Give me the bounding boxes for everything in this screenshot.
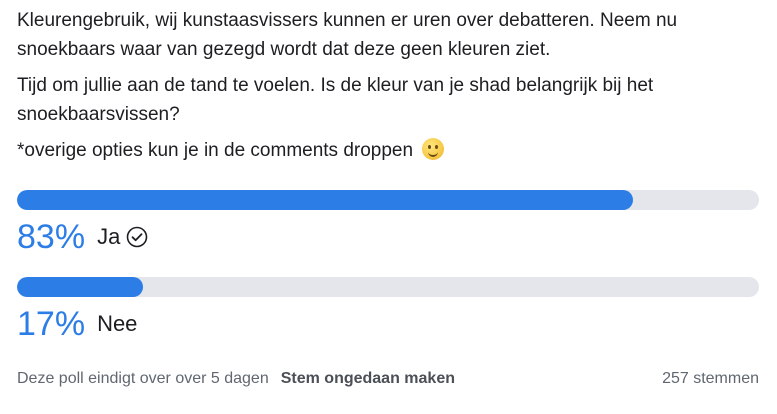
poll-status: Deze poll eindigt over over 5 dagen: [17, 370, 269, 387]
undo-vote-button[interactable]: Stem ongedaan maken: [281, 369, 455, 389]
poll-bar-track: [17, 190, 759, 210]
poll-bar-track: [17, 277, 759, 297]
post-paragraph-1: Kleurengebruik, wij kunstaasvissers kunn…: [17, 10, 678, 60]
post-text: Kleurengebruik, wij kunstaasvissers kunn…: [17, 6, 767, 172]
poll-option-label: Ja: [97, 224, 121, 249]
poll-bar-fill: [17, 277, 144, 297]
poll-option-ja[interactable]: 83% Ja: [17, 190, 759, 257]
poll-option-nee[interactable]: 17% Nee: [17, 277, 759, 344]
post-paragraph-3-text: *overige opties kun je in de comments dr…: [17, 140, 414, 161]
poll-percent: 17%: [17, 305, 86, 343]
poll-bar-fill: [17, 190, 633, 210]
poll-option-label: Nee: [97, 311, 138, 336]
poll-footer: Deze poll eindigt over over 5 dagen Stem…: [17, 369, 759, 389]
post-paragraph-2: Tijd om jullie aan de tand te voelen. Is…: [17, 75, 654, 125]
poll-result: 17% Nee: [17, 304, 759, 344]
poll-percent: 83%: [17, 218, 86, 256]
poll-result: 83% Ja: [17, 217, 759, 257]
checkmark-circle-icon: [126, 226, 148, 248]
vote-count[interactable]: 257 stemmen: [662, 369, 759, 389]
post-paragraph-3: *overige opties kun je in de comments dr…: [17, 136, 767, 165]
smiling-face-icon: [422, 138, 445, 160]
